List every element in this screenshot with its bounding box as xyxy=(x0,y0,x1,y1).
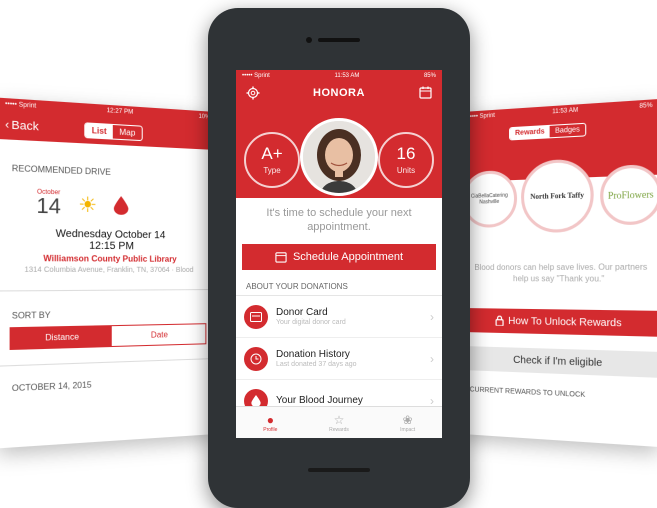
time-label: 12:27 PM xyxy=(106,107,134,116)
lock-icon xyxy=(495,316,504,326)
drive-summary[interactable]: October 14 ☀ xyxy=(0,179,216,221)
chevron-right-icon: › xyxy=(430,351,434,366)
tab-bar: ● Profile ☆ Rewards ❀ Impact xyxy=(236,406,442,438)
calendar-icon xyxy=(275,252,287,263)
blood-type-label: Type xyxy=(263,166,281,175)
chevron-right-icon: › xyxy=(430,309,434,324)
segment-map[interactable]: Map xyxy=(113,125,141,140)
unlock-rewards-label: How To Unlock Rewards xyxy=(508,315,622,329)
check-eligible-button[interactable]: Check if I'm eligible xyxy=(462,346,657,378)
units-label: Units xyxy=(396,166,416,175)
rewards-segmented-control: Rewards Badges xyxy=(509,122,587,141)
drive-date: October 14 xyxy=(36,189,61,219)
profile-screen: ••••• Sprint 11:53 AM 85% HONORA A+ Type… xyxy=(236,70,442,438)
tab-label: Impact xyxy=(400,426,416,433)
drive-day: 14 xyxy=(36,194,61,219)
units-badge: 16 Units xyxy=(378,132,434,188)
camera-icon xyxy=(306,37,312,43)
tab-profile[interactable]: ● Profile xyxy=(236,407,305,438)
drive-address: 1314 Columbia Avenue, Franklin, TN, 3706… xyxy=(24,266,194,275)
row-title: Donation History xyxy=(276,349,350,360)
list-date-header: OCTOBER 14, 2015 xyxy=(0,358,216,394)
tab-impact[interactable]: ❀ Impact xyxy=(373,407,442,438)
sort-date[interactable]: Date xyxy=(112,324,206,346)
chevron-left-icon: ‹ xyxy=(5,118,10,132)
tab-rewards[interactable]: ☆ Rewards xyxy=(305,407,374,438)
segment-list[interactable]: List xyxy=(85,123,114,139)
time-label: 11:53 AM xyxy=(334,73,360,79)
about-donations-title: ABOUT YOUR DONATIONS xyxy=(236,270,442,296)
sort-distance[interactable]: Distance xyxy=(10,326,112,349)
page-title: HONORA xyxy=(313,87,365,99)
schedule-message: It's time to schedule your next appointm… xyxy=(266,207,412,233)
home-button[interactable] xyxy=(308,468,370,472)
status-bar: ••••• Sprint 11:53 AM 85% xyxy=(462,99,657,124)
star-icon: ☆ xyxy=(333,412,345,427)
sort-segmented-control: Distance Date xyxy=(9,323,207,351)
clock-icon xyxy=(244,346,268,371)
battery-label: 85% xyxy=(423,73,436,79)
impact-icon: ❀ xyxy=(402,412,413,427)
blood-type-badge: A+ Type xyxy=(244,132,300,188)
carrier-label: ••••• Sprint xyxy=(467,112,495,121)
partner-badges: CiaBellaCatering Nashville North Fork Ta… xyxy=(462,153,657,234)
partner-badge-north-fork-taffy[interactable]: North Fork Taffy xyxy=(521,158,594,234)
profile-icon: ● xyxy=(266,412,274,427)
row-title: Donor Card xyxy=(276,307,328,318)
check-eligible-label: Check if I'm eligible xyxy=(513,354,603,369)
current-rewards-title: CURRENT REWARDS TO UNLOCK xyxy=(469,386,586,400)
avatar[interactable] xyxy=(300,118,378,196)
sort-title: SORT BY xyxy=(0,289,216,328)
time-label: 11:53 AM xyxy=(552,107,579,116)
partner-badge-ciabella[interactable]: CiaBellaCatering Nashville xyxy=(462,169,518,228)
carrier-label: ••••• Sprint xyxy=(242,73,270,79)
gear-icon[interactable] xyxy=(246,86,260,100)
partner-badge-proflowers[interactable]: ProFlowers xyxy=(600,163,657,226)
drive-time-line: 12:15 PM xyxy=(89,240,134,253)
rewards-message: Blood donors can help save lives. Our pa… xyxy=(474,262,648,284)
calendar-icon[interactable] xyxy=(419,86,432,99)
blood-drop-icon xyxy=(114,195,129,215)
profile-photo xyxy=(303,121,375,193)
back-label: Back xyxy=(11,119,39,134)
list-item-donor-card[interactable]: Donor Card Your digital donor card › xyxy=(236,296,442,338)
units-value: 16 xyxy=(396,144,416,163)
row-subtitle: Your digital donor card xyxy=(276,319,346,326)
row-title: Your Blood Journey xyxy=(276,395,363,406)
speaker-grille xyxy=(318,38,360,42)
schedule-appointment-button[interactable]: Schedule Appointment xyxy=(242,244,436,270)
back-button[interactable]: ‹ Back xyxy=(5,119,39,134)
card-icon xyxy=(244,304,268,329)
segment-badges[interactable]: Badges xyxy=(550,124,585,137)
row-subtitle: Last donated 37 days ago xyxy=(276,361,357,368)
blood-type-value: A+ xyxy=(261,144,283,163)
tab-label: Rewards xyxy=(329,426,349,433)
partner-badge-label: CiaBellaCatering Nashville xyxy=(470,192,508,206)
partner-badge-label: ProFlowers xyxy=(607,188,654,201)
schedule-appointment-label: Schedule Appointment xyxy=(292,251,404,263)
rewards-screen: ••••• Sprint 11:53 AM 85% Rewards Badges… xyxy=(462,98,657,448)
status-bar: ••••• Sprint 11:53 AM 85% xyxy=(236,70,442,82)
view-segmented-control: List Map xyxy=(84,122,143,142)
segment-rewards[interactable]: Rewards xyxy=(510,125,550,140)
carrier-label: ••••• Sprint xyxy=(5,101,37,110)
nav-bar: HONORA xyxy=(236,82,442,104)
drives-screen: ••••• Sprint 12:27 PM 10% ‹ Back List Ma… xyxy=(0,97,216,449)
list-item-donation-history[interactable]: Donation History Last donated 37 days ag… xyxy=(236,338,442,380)
tab-label: Profile xyxy=(263,426,278,433)
partner-badge-label: North Fork Taffy xyxy=(530,191,584,202)
profile-header: ••••• Sprint 11:53 AM 85% HONORA A+ Type… xyxy=(236,70,442,198)
unlock-rewards-button[interactable]: How To Unlock Rewards xyxy=(462,308,657,337)
battery-label: 85% xyxy=(639,102,653,110)
sun-icon: ☀ xyxy=(78,193,98,217)
